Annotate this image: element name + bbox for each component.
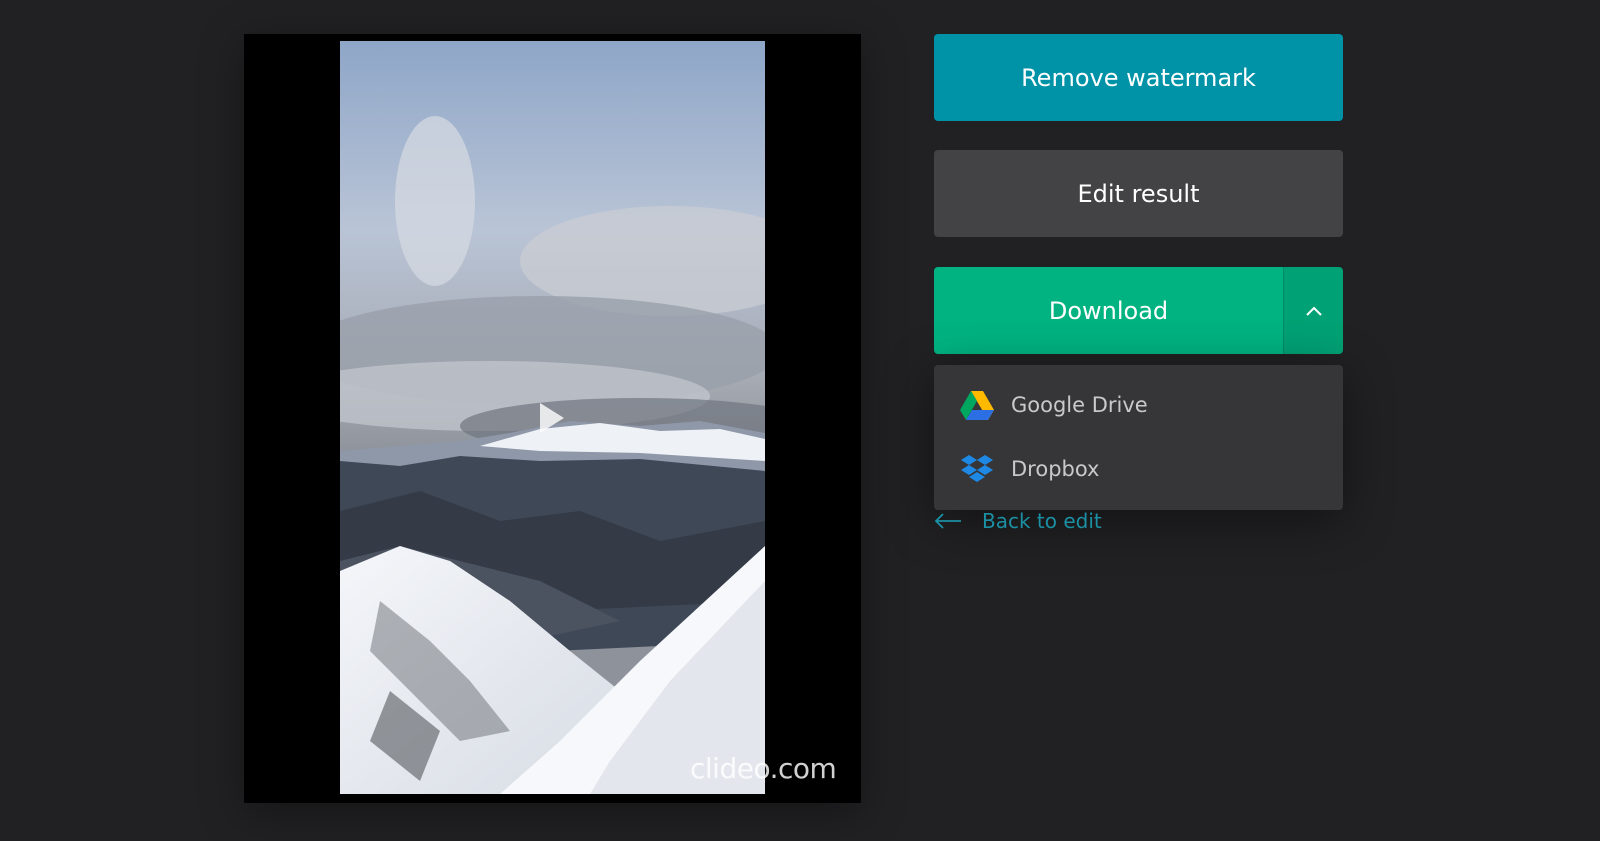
back-to-edit-label: Back to edit xyxy=(982,509,1102,533)
download-button[interactable]: Download xyxy=(934,267,1283,354)
menu-item-google-drive[interactable]: Google Drive xyxy=(934,373,1343,437)
menu-item-label: Dropbox xyxy=(1011,457,1100,481)
google-drive-icon xyxy=(960,391,994,420)
play-icon[interactable] xyxy=(539,402,565,434)
arrow-left-icon xyxy=(934,513,961,529)
menu-item-dropbox[interactable]: Dropbox xyxy=(934,437,1343,501)
download-split-button: Download xyxy=(934,267,1343,354)
menu-item-label: Google Drive xyxy=(1011,393,1148,417)
download-label: Download xyxy=(1048,296,1169,325)
watermark-text: clideo.com xyxy=(690,752,837,785)
remove-watermark-label: Remove watermark xyxy=(1021,63,1256,92)
dropbox-icon xyxy=(961,455,993,482)
remove-watermark-button[interactable]: Remove watermark xyxy=(934,34,1343,121)
download-options-toggle[interactable] xyxy=(1283,267,1343,354)
download-destination-menu: Google Drive Dropbox xyxy=(934,365,1343,510)
edit-result-button[interactable]: Edit result xyxy=(934,150,1343,237)
back-to-edit-link[interactable]: Back to edit xyxy=(934,506,1102,536)
chevron-up-icon xyxy=(1305,306,1322,316)
edit-result-label: Edit result xyxy=(1077,179,1200,208)
